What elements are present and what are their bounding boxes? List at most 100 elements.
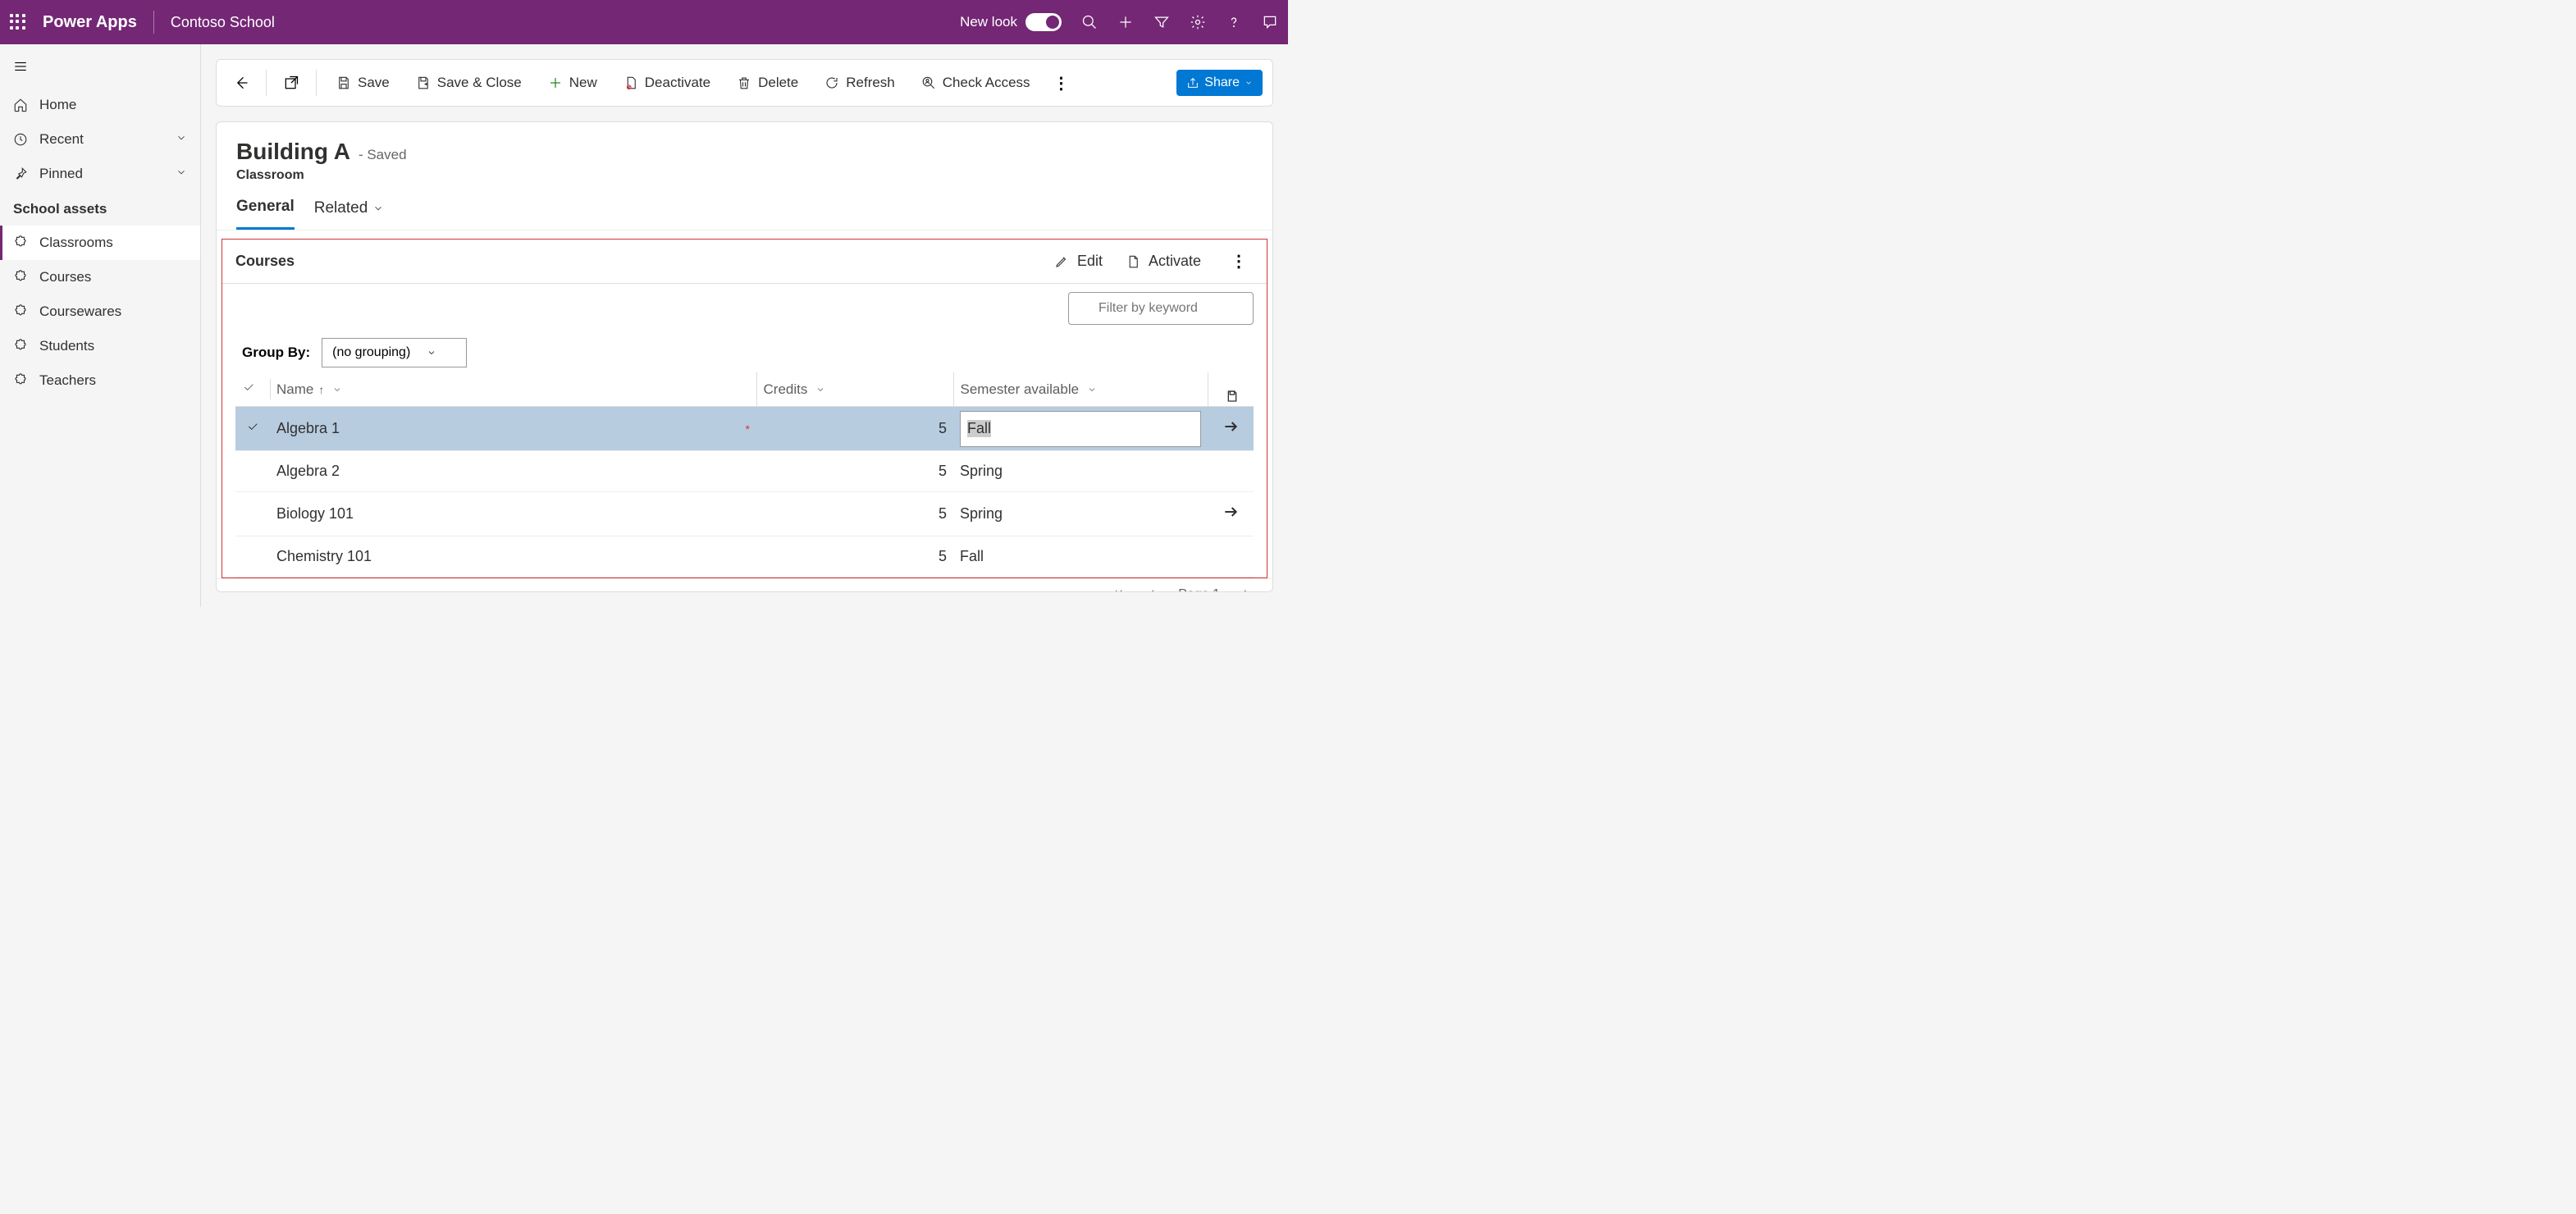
deactivate-button[interactable]: Deactivate <box>614 68 720 98</box>
back-button[interactable] <box>226 68 256 98</box>
row-checkbox[interactable] <box>235 536 270 577</box>
puzzle-icon <box>13 373 28 388</box>
cell-credits[interactable]: 5 <box>756 407 953 451</box>
chevron-down-icon <box>427 348 436 358</box>
row-checkbox[interactable] <box>235 407 270 451</box>
puzzle-icon <box>13 270 28 285</box>
assistant-icon[interactable] <box>1262 14 1278 30</box>
check-access-button[interactable]: Check Access <box>911 68 1040 98</box>
search-icon[interactable] <box>1081 14 1098 30</box>
cell-name[interactable]: Algebra 2 <box>270 451 756 492</box>
cell-name[interactable]: Algebra 1* <box>270 407 756 451</box>
cell-name[interactable]: Chemistry 101 <box>270 536 756 577</box>
nav-pinned[interactable]: Pinned <box>0 157 200 191</box>
sidebar-item-label: Coursewares <box>39 304 121 320</box>
filter-icon[interactable] <box>1153 14 1170 30</box>
form-card: Building A - Saved Classroom General Rel… <box>216 121 1273 592</box>
row-checkbox[interactable] <box>235 492 270 536</box>
pager-next-icon[interactable] <box>1240 588 1253 592</box>
courses-subgrid: Courses Edit Activate ⋮ <box>222 239 1267 578</box>
home-icon <box>13 98 28 112</box>
sidebar-item-students[interactable]: Students <box>0 329 200 363</box>
column-header-credits[interactable]: Credits <box>756 372 953 407</box>
row-open-arrow[interactable] <box>1208 407 1254 451</box>
pager-page-label: Page 1 <box>1178 587 1220 592</box>
table-row[interactable]: Chemistry 1015Fall <box>235 536 1254 577</box>
app-name: Power Apps <box>43 13 137 32</box>
open-new-window-button[interactable] <box>276 68 306 98</box>
cell-semester[interactable]: Fall <box>953 536 1208 577</box>
form-title: Building A <box>236 139 350 165</box>
cell-credits[interactable]: 5 <box>756 536 953 577</box>
sidebar-item-courses[interactable]: Courses <box>0 260 200 294</box>
sidebar-item-teachers[interactable]: Teachers <box>0 363 200 398</box>
delete-button[interactable]: Delete <box>727 68 808 98</box>
refresh-label: Refresh <box>846 75 895 91</box>
cell-semester[interactable]: Spring <box>953 451 1208 492</box>
nav-section-title: School assets <box>0 191 200 226</box>
column-credits-label: Credits <box>764 381 808 398</box>
deactivate-label: Deactivate <box>645 75 710 91</box>
column-header-name[interactable]: Name ↑ <box>270 372 756 407</box>
select-all-header[interactable] <box>235 372 270 407</box>
table-row[interactable]: Algebra 25Spring <box>235 451 1254 492</box>
chevron-down-icon <box>372 203 384 214</box>
new-look-label: New look <box>960 14 1017 30</box>
cell-credits[interactable]: 5 <box>756 451 953 492</box>
subgrid-activate-button[interactable]: Activate <box>1126 253 1201 270</box>
subgrid-edit-label: Edit <box>1077 253 1103 270</box>
semester-input[interactable]: Fall <box>960 411 1201 447</box>
nav-recent[interactable]: Recent <box>0 122 200 157</box>
cell-semester[interactable]: Spring <box>953 492 1208 536</box>
add-icon[interactable] <box>1117 14 1134 30</box>
sidebar-item-coursewares[interactable]: Coursewares <box>0 294 200 329</box>
sidebar: Home Recent Pinned School assets <box>0 44 201 607</box>
nav-home[interactable]: Home <box>0 88 200 122</box>
filter-input-wrap <box>1068 292 1254 325</box>
new-button[interactable]: New <box>538 68 607 98</box>
sidebar-item-classrooms[interactable]: Classrooms <box>0 226 200 260</box>
nav-recent-label: Recent <box>39 131 84 148</box>
table-row[interactable]: Biology 1015Spring <box>235 492 1254 536</box>
sidebar-item-label: Students <box>39 338 94 354</box>
cell-name[interactable]: Biology 101 <box>270 492 756 536</box>
groupby-value: (no grouping) <box>332 345 410 360</box>
share-label: Share <box>1204 75 1240 90</box>
refresh-button[interactable]: Refresh <box>815 68 905 98</box>
tab-general[interactable]: General <box>236 198 295 230</box>
table-row[interactable]: Algebra 1*5Fall <box>235 407 1254 451</box>
filter-input[interactable] <box>1068 292 1254 325</box>
form-entity-label: Classroom <box>236 168 1253 183</box>
row-open-arrow[interactable] <box>1208 492 1254 536</box>
settings-icon[interactable] <box>1190 14 1206 30</box>
new-look-toggle[interactable] <box>1025 13 1062 31</box>
cell-credits[interactable]: 5 <box>756 492 953 536</box>
cell-semester[interactable]: Fall <box>953 407 1208 451</box>
save-icon[interactable] <box>1226 390 1239 403</box>
puzzle-icon <box>13 339 28 354</box>
column-header-semester[interactable]: Semester available <box>953 372 1208 407</box>
save-button[interactable]: Save <box>327 68 400 98</box>
pager-prev-icon[interactable] <box>1145 588 1158 592</box>
command-more-button[interactable]: ⋮ <box>1047 66 1076 100</box>
arrow-right-icon <box>1222 504 1239 520</box>
groupby-select[interactable]: (no grouping) <box>322 338 467 367</box>
subgrid-more-button[interactable]: ⋮ <box>1224 244 1254 278</box>
subgrid-edit-button[interactable]: Edit <box>1054 253 1103 270</box>
sidebar-item-label: Classrooms <box>39 235 113 251</box>
subgrid-activate-label: Activate <box>1149 253 1201 270</box>
pager-first-icon[interactable] <box>1112 588 1126 592</box>
form-save-status: - Saved <box>359 147 407 163</box>
app-header: Power Apps Contoso School New look <box>0 0 1288 44</box>
share-button[interactable]: Share <box>1176 70 1263 96</box>
tab-general-label: General <box>236 198 295 216</box>
help-icon[interactable] <box>1226 14 1242 30</box>
save-close-label: Save & Close <box>437 75 522 91</box>
new-label: New <box>569 75 597 91</box>
row-checkbox[interactable] <box>235 451 270 492</box>
save-close-button[interactable]: Save & Close <box>406 68 532 98</box>
tab-related[interactable]: Related <box>314 198 385 230</box>
app-launcher-icon[interactable] <box>10 14 26 30</box>
chevron-down-icon <box>1087 385 1097 395</box>
sidebar-collapse-button[interactable] <box>0 54 200 83</box>
